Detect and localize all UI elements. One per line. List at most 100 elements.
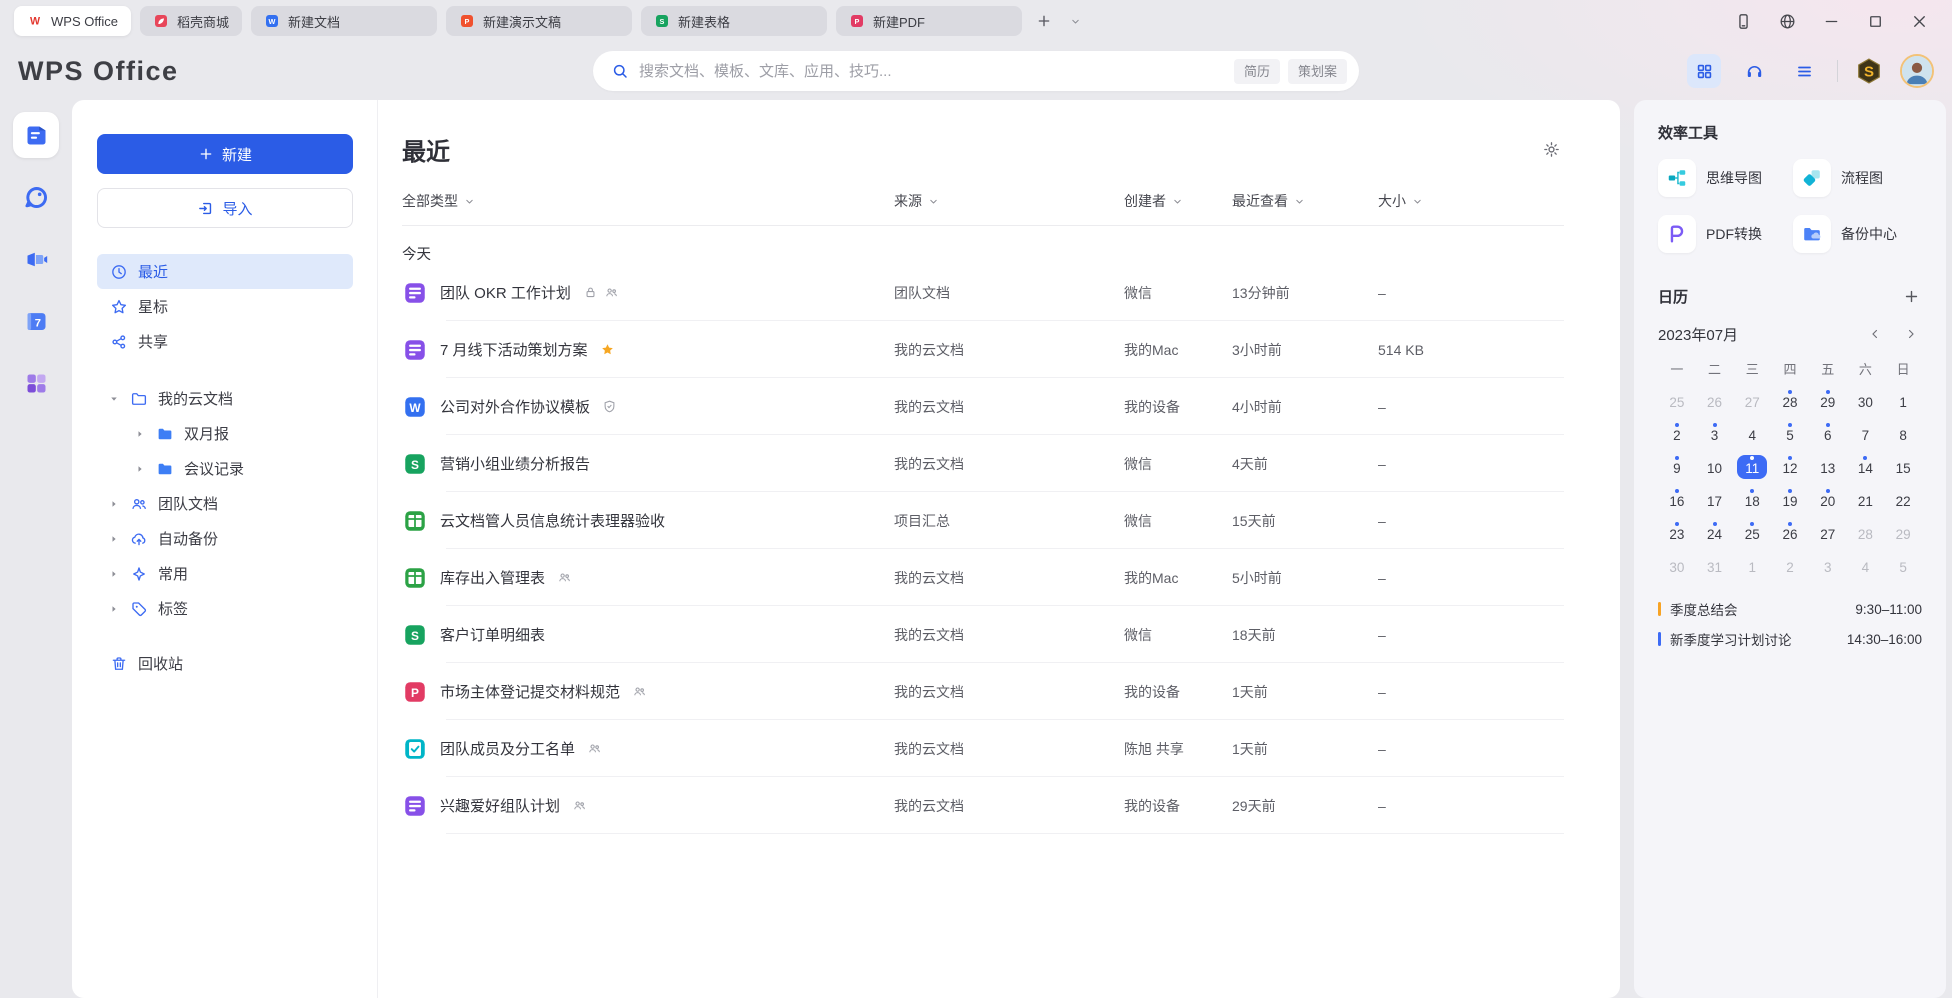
search-box[interactable]: 简历策划案 [593,51,1359,91]
date-cell[interactable]: 25 [1658,384,1696,417]
minimize-button[interactable] [1816,6,1846,36]
calendar-prev-button[interactable] [1864,323,1886,345]
event-item[interactable]: 季度总结会9:30–11:00 [1658,594,1922,624]
date-cell[interactable]: 27 [1809,516,1847,549]
date-cell[interactable]: 2 [1658,417,1696,450]
date-cell[interactable]: 22 [1884,483,1922,516]
date-cell[interactable]: 28 [1847,516,1885,549]
date-cell[interactable]: 19 [1771,483,1809,516]
apps-grid-button[interactable] [1687,54,1721,88]
file-row[interactable]: S营销小组业绩分析报告我的云文档微信4天前– [402,435,1564,492]
tab-home[interactable]: WWPS Office [14,6,131,36]
date-cell[interactable]: 20 [1809,483,1847,516]
support-button[interactable] [1737,54,1771,88]
file-row[interactable]: 团队 OKR 工作计划团队文档微信13分钟前– [402,264,1564,321]
date-cell[interactable]: 29 [1809,384,1847,417]
rail-item-chat[interactable] [13,174,59,220]
tab-new-pdf[interactable]: P新建PDF [836,6,1022,36]
tool-flowchart[interactable]: 流程图 [1793,159,1922,197]
sidebar-item-bimonthly-report[interactable]: 双月报 [97,416,353,451]
membership-badge-icon[interactable]: S [1854,56,1884,86]
rail-item-documents[interactable] [13,112,59,158]
file-row[interactable]: 团队成员及分工名单我的云文档陈旭 共享1天前– [402,720,1564,777]
calendar-next-button[interactable] [1900,323,1922,345]
date-cell[interactable]: 4 [1847,549,1885,582]
calendar-add-button[interactable] [1900,285,1922,307]
file-row[interactable]: S客户订单明细表我的云文档微信18天前– [402,606,1564,663]
file-row[interactable]: 7 月线下活动策划方案我的云文档我的Mac3小时前514 KB [402,321,1564,378]
date-cell[interactable]: 2 [1771,549,1809,582]
new-tab-button[interactable] [1031,8,1057,34]
date-cell[interactable]: 9 [1658,450,1696,483]
file-row[interactable]: W公司对外合作协议模板我的云文档我的设备4小时前– [402,378,1564,435]
file-row[interactable]: 兴趣爱好组队计划我的云文档我的设备29天前– [402,777,1564,834]
sidebar-item-frequent[interactable]: 常用 [97,556,353,591]
search-tag[interactable]: 简历 [1234,59,1280,84]
tab-new-writer[interactable]: W新建文档 [251,6,437,36]
sidebar-item-shared[interactable]: 共享 [97,324,353,359]
file-row[interactable]: P市场主体登记提交材料规范我的云文档我的设备1天前– [402,663,1564,720]
rail-item-apps[interactable] [13,360,59,406]
filter-creator[interactable]: 创建者 [1124,191,1232,211]
date-cell[interactable]: 13 [1809,450,1847,483]
tool-backup-center[interactable]: 备份中心 [1793,215,1922,253]
sidebar-item-my-cloud-docs[interactable]: 我的云文档 [97,381,353,416]
tool-pdf-convert[interactable]: PDF转换 [1658,215,1787,253]
date-cell[interactable]: 5 [1884,549,1922,582]
date-cell[interactable]: 27 [1733,384,1771,417]
date-cell[interactable]: 24 [1696,516,1734,549]
filter-source[interactable]: 来源 [894,191,1124,211]
file-row[interactable]: 云文档管人员信息统计表理器验收项目汇总微信15天前– [402,492,1564,549]
date-cell[interactable]: 10 [1696,450,1734,483]
date-cell[interactable]: 6 [1809,417,1847,450]
search-tag[interactable]: 策划案 [1288,59,1347,84]
tab-docer[interactable]: 稻壳商城 [140,6,242,36]
date-cell[interactable]: 21 [1847,483,1885,516]
import-button[interactable]: 导入 [97,188,353,228]
filter-type[interactable]: 全部类型 [402,191,894,211]
device-button[interactable] [1728,6,1758,36]
menu-button[interactable] [1787,54,1821,88]
tab-new-sheet[interactable]: S新建表格 [641,6,827,36]
date-cell[interactable]: 18 [1733,483,1771,516]
date-cell[interactable]: 12 [1771,450,1809,483]
list-settings-button[interactable] [1538,137,1564,163]
date-cell[interactable]: 14 [1847,450,1885,483]
date-cell[interactable]: 26 [1696,384,1734,417]
sidebar-item-starred[interactable]: 星标 [97,289,353,324]
globe-button[interactable] [1772,6,1802,36]
date-cell[interactable]: 7 [1847,417,1885,450]
sidebar-item-tags[interactable]: 标签 [97,591,353,626]
tab-new-presentation[interactable]: P新建演示文稿 [446,6,632,36]
date-cell[interactable]: 15 [1884,450,1922,483]
date-cell[interactable]: 29 [1884,516,1922,549]
tool-mindmap[interactable]: 思维导图 [1658,159,1787,197]
date-cell[interactable]: 11 [1733,450,1771,483]
date-cell[interactable]: 23 [1658,516,1696,549]
date-cell[interactable]: 4 [1733,417,1771,450]
date-cell[interactable]: 17 [1696,483,1734,516]
sidebar-item-team-docs[interactable]: 团队文档 [97,486,353,521]
maximize-button[interactable] [1860,6,1890,36]
sidebar-item-meeting-notes[interactable]: 会议记录 [97,451,353,486]
sidebar-item-auto-backup[interactable]: 自动备份 [97,521,353,556]
tab-list-caret-button[interactable] [1066,11,1086,31]
date-cell[interactable]: 8 [1884,417,1922,450]
date-cell[interactable]: 26 [1771,516,1809,549]
date-cell[interactable]: 28 [1771,384,1809,417]
date-cell[interactable]: 1 [1733,549,1771,582]
sidebar-item-recent[interactable]: 最近 [97,254,353,289]
date-cell[interactable]: 30 [1847,384,1885,417]
date-cell[interactable]: 30 [1658,549,1696,582]
filter-viewed[interactable]: 最近查看 [1232,191,1378,211]
date-cell[interactable]: 31 [1696,549,1734,582]
date-cell[interactable]: 3 [1809,549,1847,582]
date-cell[interactable]: 5 [1771,417,1809,450]
date-cell[interactable]: 1 [1884,384,1922,417]
close-button[interactable] [1904,6,1934,36]
filter-size[interactable]: 大小 [1378,191,1564,211]
new-document-button[interactable]: 新建 [97,134,353,174]
date-cell[interactable]: 3 [1696,417,1734,450]
date-cell[interactable]: 25 [1733,516,1771,549]
rail-item-calendar[interactable]: 7 [13,298,59,344]
